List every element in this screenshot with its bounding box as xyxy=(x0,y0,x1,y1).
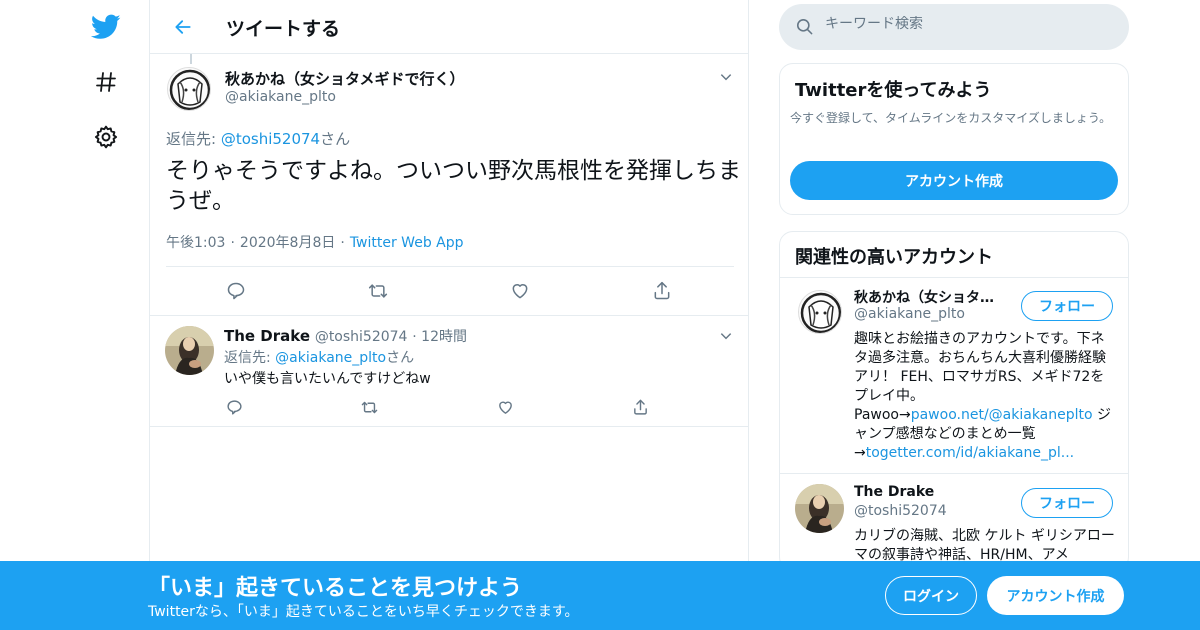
reply-icon[interactable] xyxy=(221,276,251,306)
account-bio: 趣味とお絵描きのアカウントです。下ネタ過多注意。おちんちん大喜利優勝経験アリ！ … xyxy=(854,330,1116,463)
reply-to-line: 返信先: @akiakane_pltoさん xyxy=(224,347,414,367)
reply-to-line: 返信先: @toshi52074さん xyxy=(166,128,350,149)
avatar[interactable] xyxy=(165,326,214,375)
search-icon xyxy=(795,17,814,40)
reply-text: いや僕も言いたいんですけどねw xyxy=(224,371,431,387)
chevron-down-icon[interactable] xyxy=(716,326,736,346)
tweet-source-link[interactable]: Twitter Web App xyxy=(350,235,464,251)
tweet-text: そりゃそうですよね。ついつい野次馬根性を発揮しちまうぜ。 xyxy=(166,158,741,214)
account-handle[interactable]: @toshi52074 xyxy=(854,503,947,519)
tweet-author-name[interactable]: 秋あかね（女ショタメギドで行く） xyxy=(225,68,465,89)
avatar[interactable] xyxy=(798,290,842,334)
search-input[interactable] xyxy=(825,16,1115,32)
account-handle[interactable]: @akiakane_plto xyxy=(854,306,965,322)
focused-tweet: 秋あかね（女ショタメギドで行く） @akiakane_plto 返信先: @to… xyxy=(150,54,748,316)
banner-subtitle: Twitterなら、「いま」起きていることをいち早くチェックできます。 xyxy=(148,604,579,620)
divider xyxy=(780,277,1128,278)
bio-text: → xyxy=(854,445,866,461)
signup-card-description: 今すぐ登録して、タイムラインをカスタマイズしましょう。 xyxy=(790,111,1112,125)
thread-line xyxy=(190,54,192,64)
reply-to-link[interactable]: @akiakane_plto xyxy=(275,350,386,366)
create-account-button[interactable]: アカウント作成 xyxy=(790,161,1118,200)
tweet-time[interactable]: 午後1:03 xyxy=(166,235,225,251)
divider xyxy=(780,473,1128,474)
signup-card-title: Twitterを使ってみよう xyxy=(795,80,992,101)
gear-icon[interactable] xyxy=(86,117,126,157)
chevron-down-icon[interactable] xyxy=(716,67,736,87)
reply-icon[interactable] xyxy=(219,392,249,422)
heart-icon[interactable] xyxy=(490,392,520,422)
retweet-icon[interactable] xyxy=(363,276,393,306)
reply-author-name[interactable]: The Drake xyxy=(224,327,310,345)
account-name[interactable]: The Drake xyxy=(854,484,934,500)
bio-text: 趣味とお絵描きのアカウントです。下ネタ過多注意。おちんちん大喜利優勝経験アリ！ … xyxy=(854,331,1106,404)
page-header: ツイートする xyxy=(150,0,748,54)
signup-button[interactable]: アカウント作成 xyxy=(987,576,1124,615)
tweet-meta: 午後1:03 · 2020年8月8日 · Twitter Web App xyxy=(166,235,464,251)
share-icon[interactable] xyxy=(647,276,677,306)
reply-author-handle[interactable]: @toshi52074 xyxy=(315,329,408,345)
bio-text: Pawoo→ xyxy=(854,407,911,423)
heart-icon[interactable] xyxy=(505,276,535,306)
tweet-author-handle[interactable]: @akiakane_plto xyxy=(225,89,336,105)
reply-to-link[interactable]: @toshi52074 xyxy=(221,130,320,148)
tweet-date[interactable]: 2020年8月8日 xyxy=(240,235,335,251)
signup-banner: 「いま」起きていることを見つけよう Twitterなら、「いま」起きていることを… xyxy=(0,561,1200,630)
page-title: ツイートする xyxy=(226,18,341,40)
reply-tweet[interactable]: The Drake @toshi52074 · 12時間 返信先: @akiak… xyxy=(150,316,748,427)
follow-button[interactable]: フォロー xyxy=(1021,291,1113,321)
main-column: ツイートする 秋あかね（女ショタメギドで行く） @akiakane_plto 返… xyxy=(149,0,749,630)
hashtag-icon[interactable] xyxy=(86,62,126,102)
twitter-logo-icon[interactable] xyxy=(86,7,126,47)
divider xyxy=(166,266,734,267)
bio-link[interactable]: togetter.com/id/akiakane_pl... xyxy=(866,445,1074,461)
account-name[interactable]: 秋あかね（女ショタ… xyxy=(854,287,994,307)
avatar[interactable] xyxy=(795,484,844,533)
back-arrow-icon[interactable] xyxy=(168,12,198,42)
related-accounts-title: 関連性の高いアカウント xyxy=(795,247,993,268)
reply-header: The Drake @toshi52074 · 12時間 xyxy=(224,327,467,345)
left-nav xyxy=(0,0,150,630)
login-button[interactable]: ログイン xyxy=(885,576,977,615)
related-accounts-card: 関連性の高いアカウント 秋あかね（女ショタ… @akiakane_plto フォ… xyxy=(779,231,1129,571)
retweet-icon[interactable] xyxy=(354,392,384,422)
reply-prefix: 返信先: xyxy=(166,130,221,148)
signup-card: Twitterを使ってみよう 今すぐ登録して、タイムラインをカスタマイズしましょ… xyxy=(779,63,1129,215)
avatar[interactable] xyxy=(167,67,211,111)
share-icon[interactable] xyxy=(625,392,655,422)
follow-button[interactable]: フォロー xyxy=(1021,488,1113,518)
reply-suffix: さん xyxy=(386,350,415,366)
reply-prefix: 返信先: xyxy=(224,350,276,366)
search-box xyxy=(779,4,1129,50)
bio-link[interactable]: pawoo.net/@akiakaneplto xyxy=(911,407,1093,423)
account-bio: カリブの海賊、北欧 ケルト ギリシアローマの叙事詩や神話、HR/HM、アメ xyxy=(854,528,1115,563)
banner-title: 「いま」起きていることを見つけよう xyxy=(148,576,523,601)
reply-time[interactable]: 12時間 xyxy=(421,329,467,345)
reply-suffix: さん xyxy=(320,130,351,148)
